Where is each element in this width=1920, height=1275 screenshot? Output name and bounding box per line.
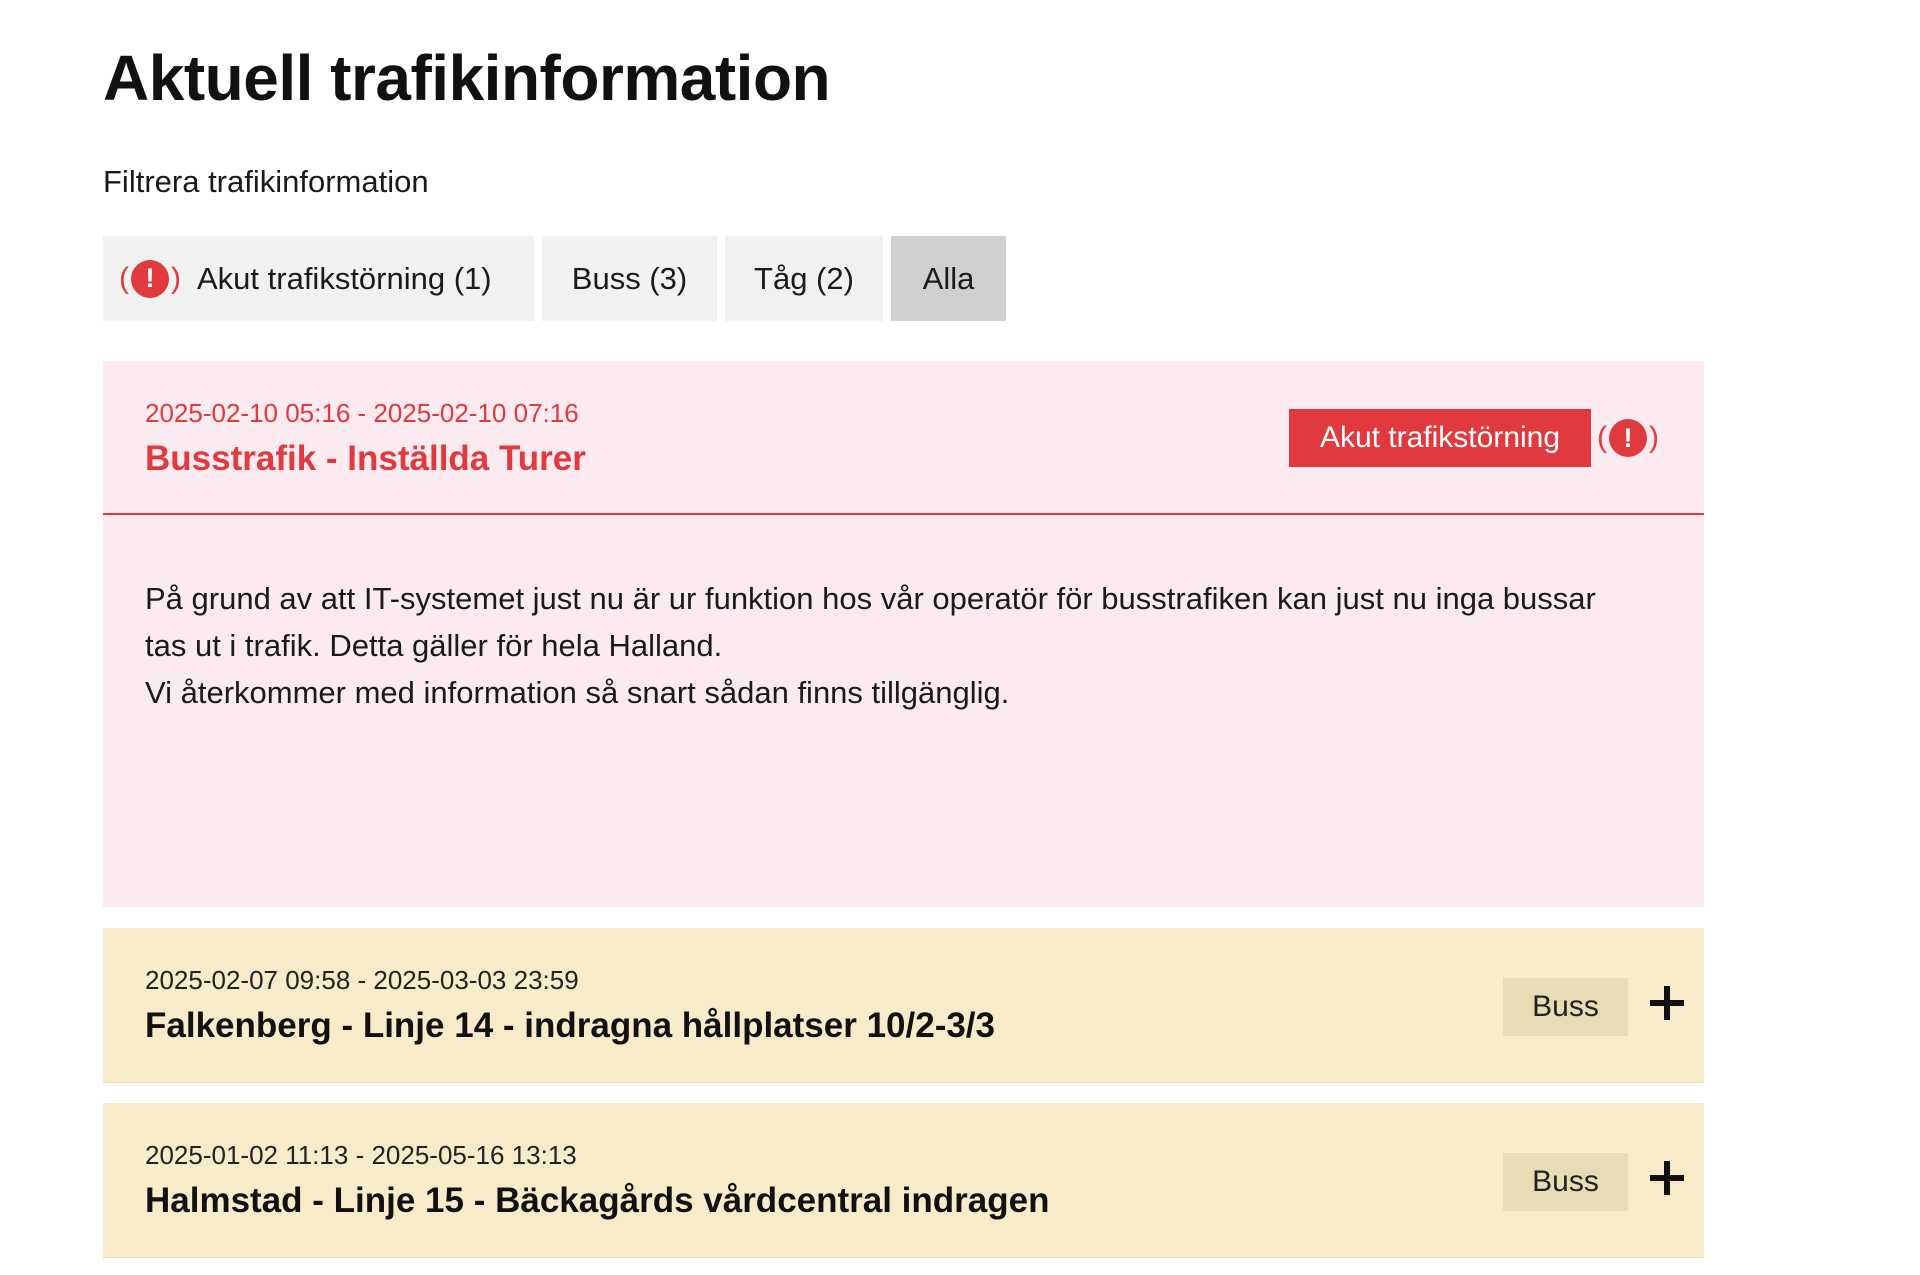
urgent-card-date: 2025-02-10 05:16 - 2025-02-10 07:16 [145,398,579,428]
urgent-card-title: Busstrafik - Inställda Turer [145,439,586,478]
alert-icon-paren-open: ( [119,261,129,295]
alert-icon-mark: ! [1609,419,1647,457]
bus-traffic-card[interactable]: 2025-02-07 09:58 - 2025-03-03 23:59 Falk… [103,928,1704,1083]
urgent-badge: Akut trafikstörning [1289,409,1591,467]
urgent-card-body: På grund av att IT-systemet just nu är u… [145,575,1645,716]
plus-icon[interactable] [1650,1161,1684,1195]
alert-icon-paren-close: ) [171,261,181,295]
alert-icon: ( ! ) [1597,419,1659,457]
alert-icon-mark: ! [131,259,169,298]
filter-train-button[interactable]: Tåg (2) [725,236,883,321]
filter-all-label: Alla [922,260,975,296]
filter-bar: ( ! ) Akut trafikstörning (1) Buss (3) T… [103,236,1006,321]
bus-badge: Buss [1503,1153,1628,1211]
bus-traffic-card[interactable]: 2025-01-02 11:13 - 2025-05-16 13:13 Halm… [103,1103,1704,1258]
filter-urgent-label: Akut trafikstörning (1) [197,260,492,296]
urgent-card-paragraph: På grund av att IT-systemet just nu är u… [145,581,1596,663]
alert-icon-paren-open: ( [1597,421,1607,454]
urgent-card-header[interactable]: 2025-02-10 05:16 - 2025-02-10 07:16 Buss… [103,361,1704,515]
alert-icon: ( ! ) [119,259,181,298]
filter-bus-button[interactable]: Buss (3) [542,236,717,321]
bus-card-title: Falkenberg - Linje 14 - indragna hållpla… [145,1006,995,1045]
bus-card-title: Halmstad - Linje 15 - Bäckagårds vårdcen… [145,1181,1050,1220]
filter-train-label: Tåg (2) [754,260,854,296]
filter-urgent-button[interactable]: ( ! ) Akut trafikstörning (1) [103,236,534,321]
urgent-card-paragraph: Vi återkommer med information så snart s… [145,675,1010,710]
traffic-info-page: Aktuell trafikinformation Filtrera trafi… [0,0,1920,1275]
urgent-traffic-card: 2025-02-10 05:16 - 2025-02-10 07:16 Buss… [103,361,1704,907]
plus-icon[interactable] [1650,986,1684,1020]
page-title: Aktuell trafikinformation [103,42,831,114]
filter-bus-label: Buss (3) [571,260,688,296]
bus-card-date: 2025-01-02 11:13 - 2025-05-16 13:13 [145,1140,577,1170]
alert-icon-paren-close: ) [1649,421,1659,454]
filter-all-button[interactable]: Alla [891,236,1006,321]
bus-card-date: 2025-02-07 09:58 - 2025-03-03 23:59 [145,965,579,995]
filter-label: Filtrera trafikinformation [103,164,429,199]
bus-badge: Buss [1503,978,1628,1036]
